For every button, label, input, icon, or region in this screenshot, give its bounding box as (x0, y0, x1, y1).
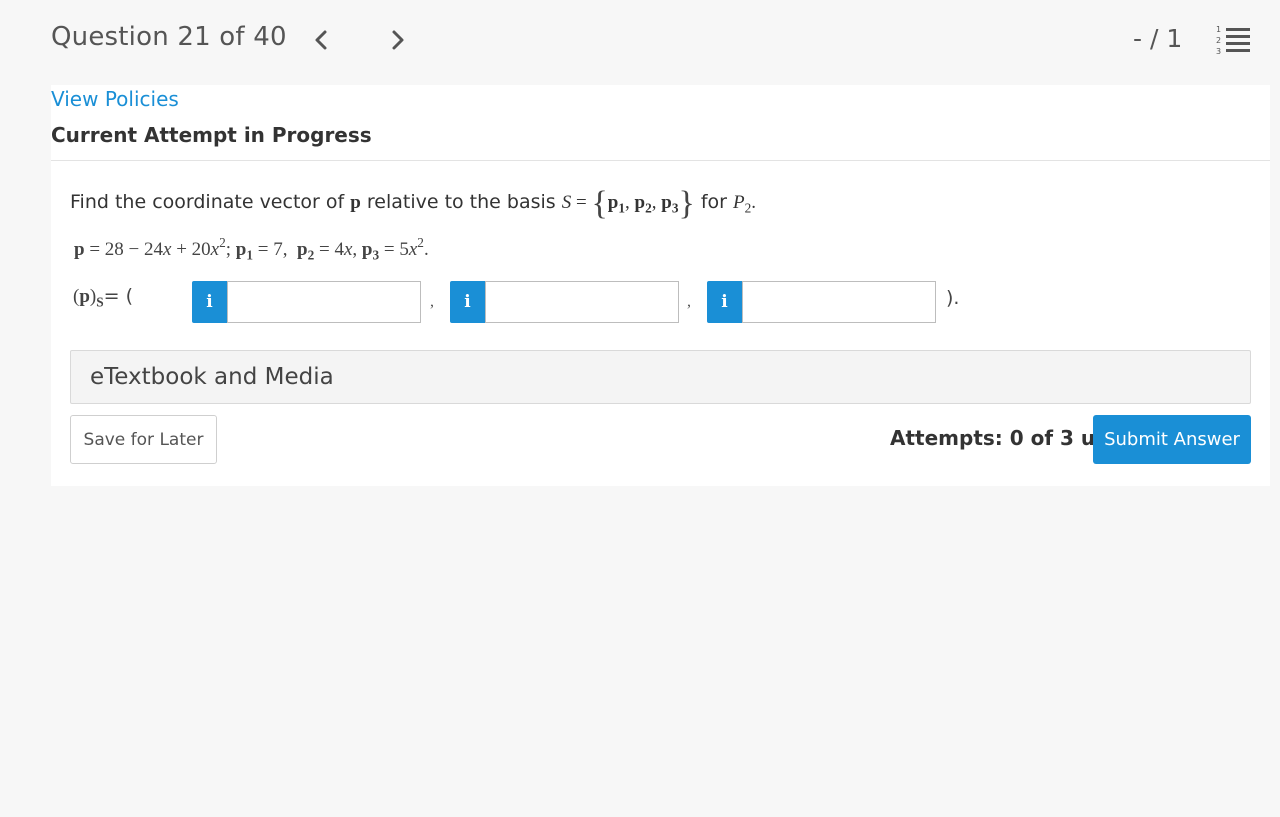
score-display: - / 1 (1133, 24, 1183, 53)
divider (51, 160, 1270, 161)
eq-p3: p (361, 238, 373, 260)
question-title: Question 21 of 40 (51, 22, 287, 52)
brace-close: } (678, 185, 695, 222)
question-card: View Policies Current Attempt in Progres… (51, 85, 1270, 486)
label-eq: = ( (103, 285, 134, 307)
basis-p2: p (634, 192, 646, 213)
eq-p2-val: = 4 (314, 238, 344, 260)
basis-p3: p (661, 192, 672, 213)
answer-comma-1: , (430, 293, 434, 310)
save-for-later-button[interactable]: Save for Later (70, 415, 217, 464)
chevron-left-icon (315, 30, 327, 50)
eq-p2-end: , (352, 238, 358, 260)
answer-input-3[interactable] (742, 281, 936, 323)
eq-sq-1: 2 (219, 235, 226, 250)
info-icon[interactable]: i (707, 281, 742, 323)
prompt-text-middle: relative to the basis (366, 191, 556, 213)
svg-text:2: 2 (1216, 36, 1221, 45)
attempt-status-heading: Current Attempt in Progress (51, 123, 372, 147)
given-equations: p = 28 − 24x + 20x2; p1 = 7, p2 = 4x, p3… (74, 235, 429, 264)
equals-sign: = (571, 192, 592, 213)
eq-x-2: x (210, 238, 220, 260)
eq-p2: p (297, 238, 308, 260)
eq-p1: p (235, 238, 247, 260)
eq-p-expr-a: = 28 − 24 (84, 238, 164, 260)
basis-comma-2: , (651, 192, 662, 213)
numbered-list-icon: 1 2 3 (1216, 25, 1250, 56)
answer-input-1[interactable] (227, 281, 421, 323)
eq-sq-2: 2 (417, 235, 424, 250)
top-bar: Question 21 of 40 - / 1 1 2 3 (0, 0, 1280, 80)
label-p: p (79, 286, 90, 307)
svg-text:3: 3 (1216, 47, 1221, 56)
space-symbol: P (733, 192, 745, 213)
prompt-text-for: for (700, 191, 727, 213)
info-icon[interactable]: i (192, 281, 227, 323)
answer-comma-2: , (687, 293, 691, 310)
answer-close-paren: ). (946, 287, 960, 309)
answer-input-2[interactable] (485, 281, 679, 323)
eq-p-expr-b: + 20 (171, 238, 211, 260)
next-question-button[interactable] (382, 22, 414, 58)
chevron-right-icon (392, 30, 404, 50)
vector-p: p (350, 192, 361, 213)
etextbook-media-label: eTextbook and Media (90, 364, 334, 390)
basis-p1: p (607, 192, 619, 213)
basis-comma-1: , (625, 192, 635, 213)
svg-text:1: 1 (1216, 25, 1221, 34)
eq-semi: ; (225, 238, 232, 260)
view-policies-link[interactable]: View Policies (51, 87, 179, 111)
question-list-button[interactable]: 1 2 3 (1214, 24, 1252, 56)
answer-row: (p)S= ( i , i , i ). (73, 281, 973, 323)
eq-p3-val: = 5 (379, 238, 409, 260)
label-sub-s: S (96, 294, 104, 310)
eq-p1-val: = 7, (253, 238, 288, 260)
etextbook-media-panel[interactable]: eTextbook and Media (70, 350, 1251, 404)
eq-end: . (423, 238, 429, 260)
previous-question-button[interactable] (305, 22, 337, 58)
basis-symbol: S (561, 192, 572, 213)
info-icon[interactable]: i (450, 281, 485, 323)
eq-p: p (74, 238, 85, 260)
brace-open: { (591, 185, 608, 222)
submit-answer-button[interactable]: Submit Answer (1093, 415, 1251, 464)
coordinate-vector-label: (p)S= ( (73, 285, 133, 311)
prompt-period: . (751, 192, 757, 213)
prompt-text-prefix: Find the coordinate vector of (70, 191, 345, 213)
question-prompt: Find the coordinate vector of p relative… (70, 185, 756, 223)
basis-sub-2: 2 (645, 200, 652, 216)
